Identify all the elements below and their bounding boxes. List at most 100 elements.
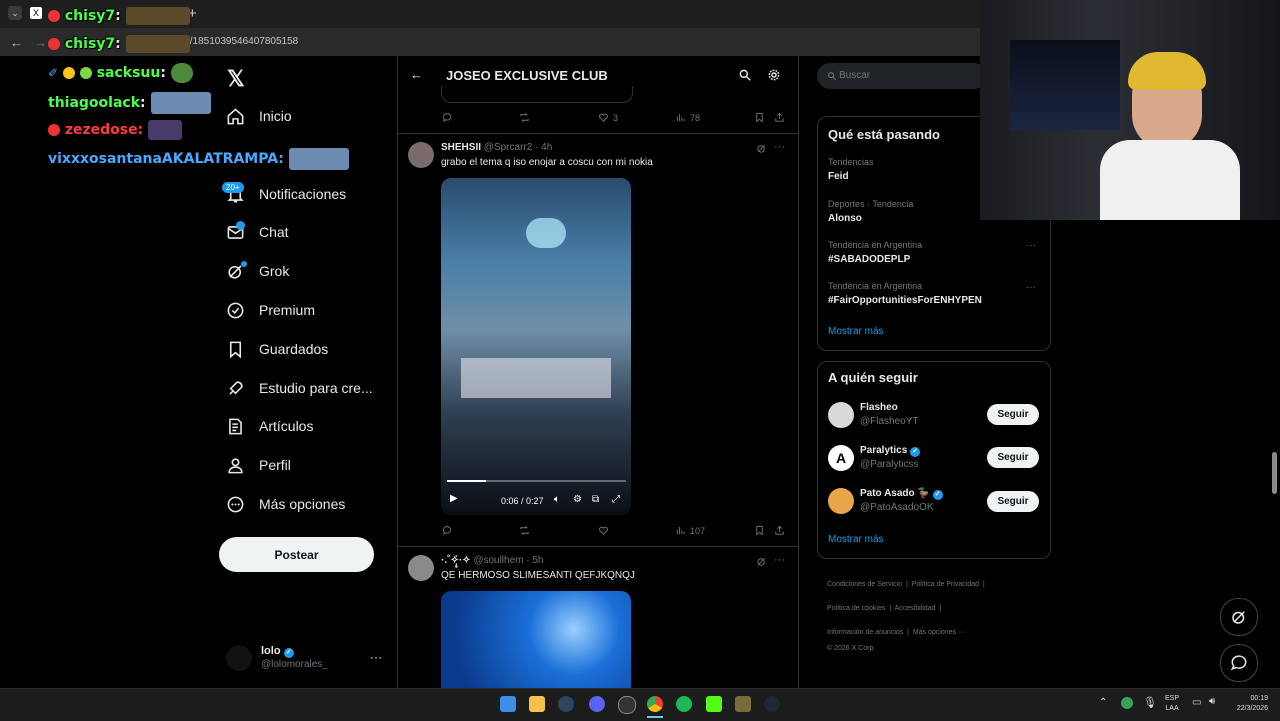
author-name[interactable]: SHEHSII bbox=[441, 142, 481, 153]
post-time[interactable]: · 5h bbox=[526, 555, 543, 566]
like-button[interactable] bbox=[598, 525, 609, 536]
repost-button[interactable] bbox=[519, 525, 530, 536]
account-more-icon[interactable]: ··· bbox=[370, 650, 382, 664]
footer-link[interactable]: Política de Privacidad bbox=[912, 581, 979, 588]
trend-item[interactable]: Tendencia en Argentina #FairOpportunitie… bbox=[828, 281, 982, 306]
post-image[interactable] bbox=[441, 591, 631, 688]
x-logo-icon[interactable]: 𝕏 bbox=[227, 66, 245, 92]
video-progress-track[interactable] bbox=[447, 480, 626, 482]
footer-link[interactable]: Condiciones de Servicio bbox=[827, 581, 902, 588]
follow-name[interactable]: Paralytics ✓ bbox=[860, 445, 921, 457]
obs-icon[interactable] bbox=[618, 696, 636, 714]
bookmark-icon[interactable] bbox=[754, 112, 765, 123]
back-arrow-icon[interactable]: ← bbox=[410, 67, 423, 82]
spotify-icon[interactable] bbox=[676, 696, 692, 712]
footer-link[interactable]: Información de anuncios bbox=[827, 629, 903, 636]
post-time[interactable]: · 4h bbox=[535, 142, 552, 153]
follow-button[interactable]: Seguir bbox=[987, 404, 1039, 425]
play-icon[interactable]: ▶ bbox=[450, 493, 458, 504]
share-icon[interactable] bbox=[774, 525, 785, 536]
url-text[interactable]: ities/1851039546407805158 bbox=[172, 36, 298, 47]
author-handle[interactable]: @soullhem bbox=[473, 555, 523, 566]
grok-float-button[interactable] bbox=[1220, 598, 1258, 636]
avatar[interactable] bbox=[828, 488, 854, 514]
chrome-icon[interactable] bbox=[647, 696, 663, 712]
nav-item-notificaciones[interactable]: Notificaciones bbox=[226, 182, 346, 206]
nav-item-grok[interactable]: Grok bbox=[226, 259, 289, 283]
follow-name[interactable]: Flasheo bbox=[860, 402, 898, 413]
share-icon[interactable] bbox=[774, 112, 785, 123]
nav-item-perfil[interactable]: Perfil bbox=[226, 453, 291, 477]
search-icon[interactable] bbox=[738, 68, 752, 82]
gear-icon[interactable] bbox=[767, 68, 781, 82]
tab-list-icon[interactable]: ⌄ bbox=[8, 6, 22, 20]
x-favicon-icon[interactable]: X bbox=[30, 7, 42, 19]
steam-icon[interactable] bbox=[558, 696, 574, 712]
kick-icon[interactable] bbox=[706, 696, 722, 712]
file-explorer-icon[interactable] bbox=[529, 696, 545, 712]
trend-more-icon[interactable]: ··· bbox=[1026, 282, 1036, 293]
forward-arrow-icon[interactable]: → bbox=[34, 35, 47, 50]
footer-link[interactable]: Política de cookies bbox=[827, 605, 885, 612]
nav-item-inicio[interactable]: Inicio bbox=[226, 104, 292, 128]
avatar[interactable] bbox=[408, 555, 434, 581]
volume-icon[interactable]: 🔊︎ bbox=[1209, 696, 1215, 707]
footer-link[interactable]: Accesibilidad bbox=[895, 605, 936, 612]
copyright: © 2026 X Corp. bbox=[827, 645, 876, 652]
chat-separator: : bbox=[115, 36, 121, 52]
trend-item[interactable]: Tendencia en Argentina #SABADODEPLP bbox=[828, 240, 922, 265]
pip-icon[interactable]: ⧉ bbox=[592, 494, 599, 505]
trends-show-more[interactable]: Mostrar más bbox=[828, 326, 884, 337]
avatar[interactable]: A bbox=[828, 445, 854, 471]
language-indicator[interactable]: ESP LAA bbox=[1165, 694, 1179, 714]
trend-item[interactable]: Deportes · Tendencia Alonso bbox=[828, 199, 913, 224]
reply-button[interactable] bbox=[442, 112, 453, 123]
avatar[interactable] bbox=[828, 402, 854, 428]
repost-button[interactable] bbox=[519, 112, 530, 123]
start-icon[interactable] bbox=[500, 696, 516, 712]
steam-icon[interactable] bbox=[764, 696, 780, 712]
game-icon[interactable] bbox=[735, 696, 751, 712]
reply-button[interactable] bbox=[442, 525, 453, 536]
avatar[interactable] bbox=[408, 142, 434, 168]
follow-button[interactable]: Seguir bbox=[987, 491, 1039, 512]
footer-link[interactable]: Más opciones ··· bbox=[913, 629, 965, 636]
author-name[interactable]: ·.˚✧̣̥̇·✧ bbox=[441, 555, 471, 566]
views-button[interactable]: 78 bbox=[675, 112, 700, 123]
microphone-icon[interactable]: 🎙︎ bbox=[1143, 696, 1157, 709]
post-more-icon[interactable]: ··· bbox=[774, 554, 785, 566]
tray-expand-icon[interactable]: ⌃ bbox=[1099, 697, 1107, 708]
like-button[interactable]: 3 bbox=[598, 112, 618, 123]
nav-item-guardados[interactable]: Guardados bbox=[226, 337, 328, 361]
post-button[interactable]: Postear bbox=[219, 537, 374, 572]
nav-item-mas-opciones[interactable]: Más opciones bbox=[226, 492, 345, 516]
volume-icon[interactable]: 🔈︎ bbox=[554, 494, 560, 505]
discord-icon[interactable] bbox=[589, 696, 605, 712]
nav-item-estudio[interactable]: Estudio para cre... bbox=[226, 376, 373, 400]
back-arrow-icon[interactable]: ← bbox=[10, 35, 23, 50]
views-button[interactable]: 107 bbox=[675, 525, 705, 536]
follow-show-more[interactable]: Mostrar más bbox=[828, 534, 884, 545]
nav-item-articulos[interactable]: Artículos bbox=[226, 414, 313, 438]
grok-icon[interactable] bbox=[756, 143, 767, 154]
account-name[interactable]: lolo ✓ bbox=[261, 645, 294, 658]
page-scrollbar[interactable] bbox=[1272, 452, 1277, 494]
clock[interactable]: 00:19 22/3/2026 bbox=[1228, 694, 1268, 714]
grok-icon[interactable] bbox=[756, 556, 767, 567]
author-handle[interactable]: @Sprcarr2 bbox=[484, 142, 533, 153]
search-box[interactable]: Buscar bbox=[817, 63, 987, 89]
messages-float-button[interactable] bbox=[1220, 644, 1258, 682]
post-more-icon[interactable]: ··· bbox=[774, 141, 785, 153]
tray-app-icon[interactable] bbox=[1121, 697, 1133, 709]
network-icon[interactable]: ▭ bbox=[1192, 697, 1201, 708]
bookmark-icon[interactable] bbox=[754, 525, 765, 536]
trend-item[interactable]: Tendencias Feid bbox=[828, 157, 874, 182]
fullscreen-icon[interactable]: ⤢ bbox=[612, 494, 620, 505]
nav-item-premium[interactable]: Premium bbox=[226, 298, 315, 322]
follow-button[interactable]: Seguir bbox=[987, 447, 1039, 468]
follow-name[interactable]: Pato Asado 🦆 ✓ bbox=[860, 488, 943, 500]
settings-icon[interactable]: ⚙ bbox=[573, 494, 582, 505]
video-player[interactable]: ▶ 0:06 / 0:27 🔈︎ ⚙ ⧉ ⤢ bbox=[441, 178, 631, 515]
trend-more-icon[interactable]: ··· bbox=[1026, 240, 1036, 251]
account-avatar[interactable] bbox=[226, 645, 252, 671]
